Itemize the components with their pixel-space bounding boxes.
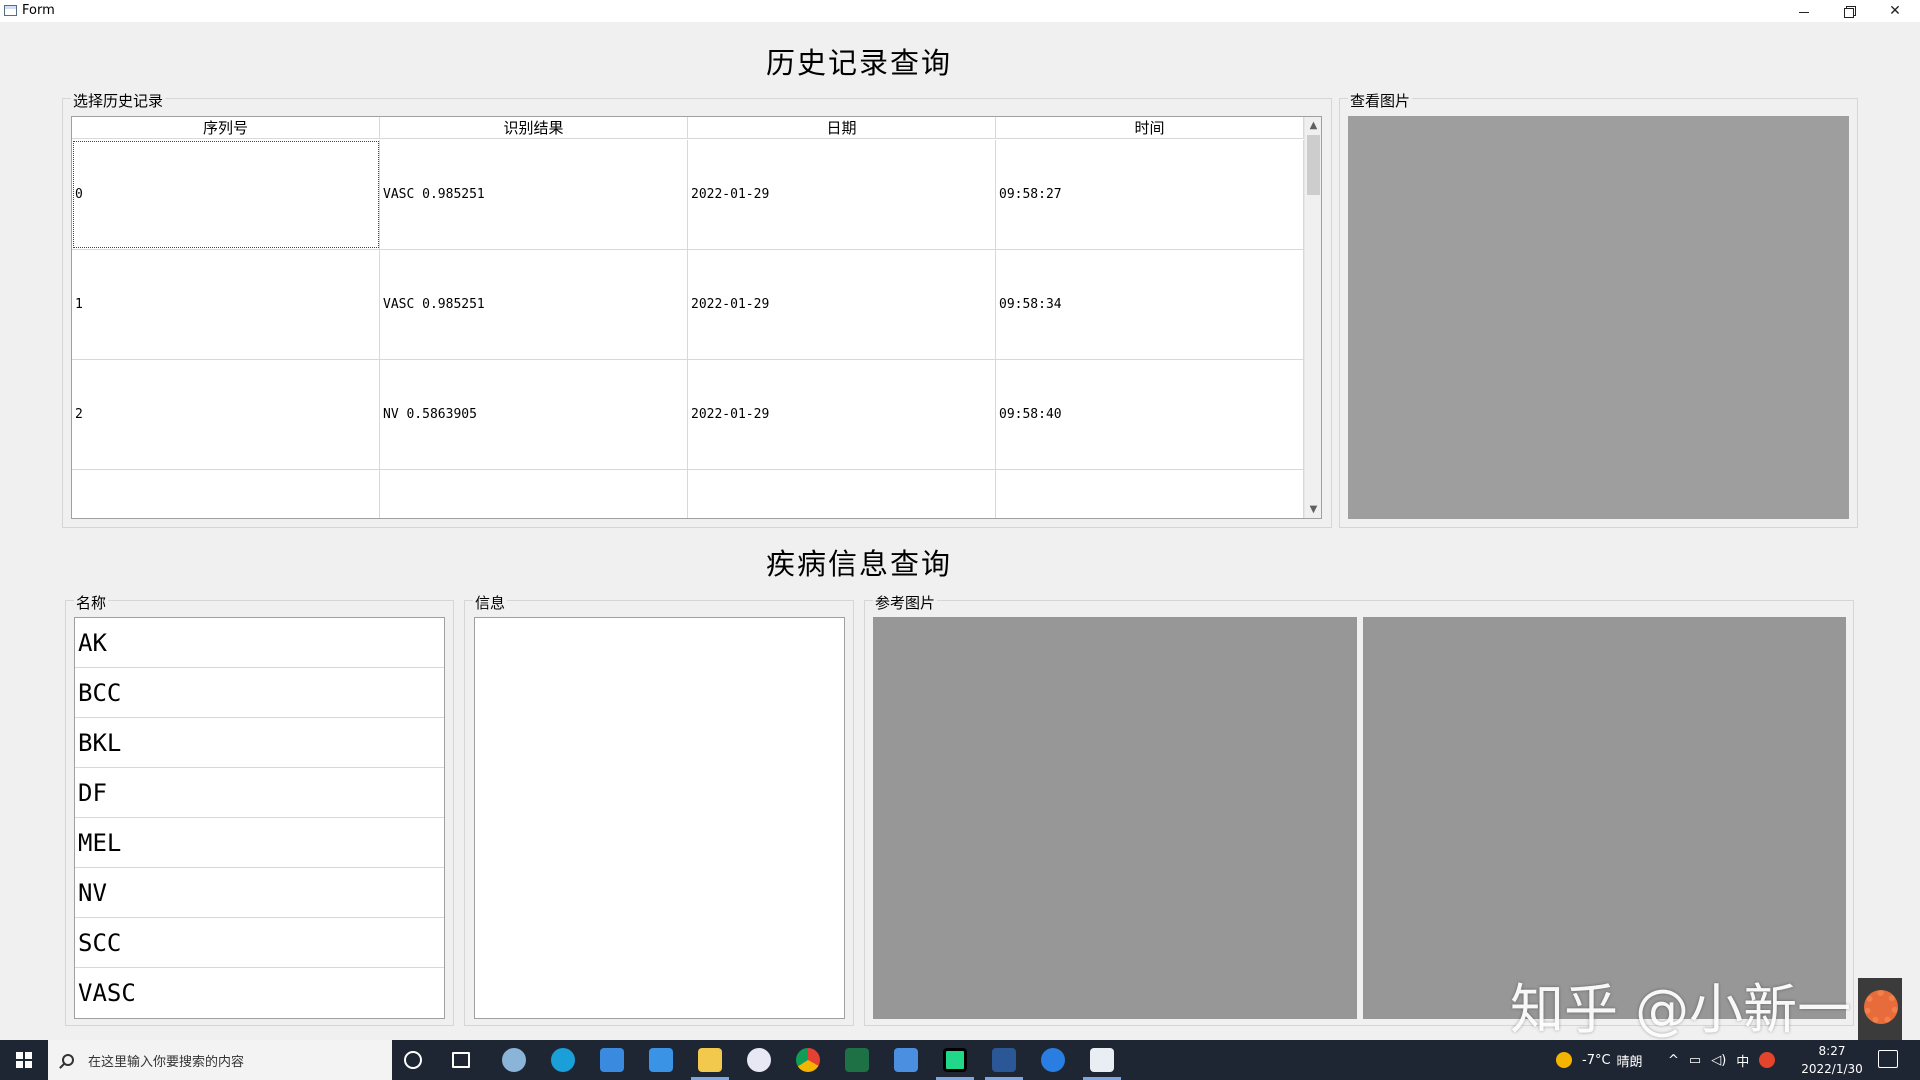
file-explorer-icon[interactable] xyxy=(698,1048,722,1072)
restore-icon xyxy=(1844,6,1856,18)
system-tray: ^ ▭ ◁) 中 xyxy=(1668,1040,1776,1080)
reference-image-1 xyxy=(873,617,1357,1019)
chevron-up-icon[interactable]: ^ xyxy=(1668,1053,1679,1068)
table-cell[interactable] xyxy=(380,470,688,518)
table-row[interactable]: 2 NV 0.5863905 2022-01-29 09:58:40 xyxy=(72,360,1306,470)
network-icon[interactable]: ▭ xyxy=(1689,1053,1701,1068)
task-view-icon[interactable] xyxy=(452,1052,470,1068)
table-cell[interactable]: 09:58:27 xyxy=(996,140,1304,249)
clock-time: 8:27 xyxy=(1818,1044,1846,1058)
search-icon xyxy=(62,1054,74,1066)
history-image-preview xyxy=(1348,116,1849,519)
weather-temp: -7°C xyxy=(1582,1052,1611,1068)
table-row[interactable]: 0 VASC 0.985251 2022-01-29 09:58:27 xyxy=(72,140,1306,250)
column-header-result[interactable]: 识别结果 xyxy=(380,117,688,139)
table-header: 序列号 识别结果 日期 时间 xyxy=(72,117,1306,139)
table-row-partial[interactable] xyxy=(72,470,1306,518)
reference-image-2 xyxy=(1363,617,1846,1019)
weather-widget[interactable]: -7°C 晴朗 xyxy=(1556,1040,1643,1080)
app-window-icon xyxy=(4,5,17,16)
browser-icon[interactable] xyxy=(1041,1048,1065,1072)
taskbar: 在这里输入你要搜索的内容 -7°C 晴朗 ^ ▭ ◁) 中 8:27 2022/… xyxy=(0,1040,1920,1080)
minimize-icon xyxy=(1799,11,1809,13)
table-cell[interactable]: 2 xyxy=(72,360,380,469)
window-title: Form xyxy=(22,3,55,18)
table-cell[interactable] xyxy=(996,470,1304,518)
list-item[interactable]: SCC xyxy=(75,918,444,968)
ime-indicator[interactable]: 中 xyxy=(1736,1051,1749,1070)
disease-info-text[interactable] xyxy=(474,617,845,1019)
edge-icon[interactable] xyxy=(551,1048,575,1072)
clock-date: 2022/1/30 xyxy=(1801,1062,1863,1076)
history-group-label: 选择历史记录 xyxy=(71,90,166,111)
notification-icon[interactable] xyxy=(1878,1050,1898,1068)
history-heading: 历史记录查询 xyxy=(766,46,953,80)
table-cell[interactable]: 1 xyxy=(72,250,380,359)
table-cell[interactable]: NV 0.5863905 xyxy=(380,360,688,469)
excel-icon[interactable] xyxy=(845,1048,869,1072)
table-cell[interactable]: 0 xyxy=(72,140,380,249)
table-cell[interactable]: 2022-01-29 xyxy=(688,250,996,359)
list-item[interactable]: NV xyxy=(75,868,444,918)
table-cell[interactable]: 2022-01-29 xyxy=(688,140,996,249)
minimize-button[interactable] xyxy=(1781,0,1827,22)
taskbar-search[interactable]: 在这里输入你要搜索的内容 xyxy=(48,1040,392,1080)
weather-desc: 晴朗 xyxy=(1616,1054,1643,1070)
photos-icon[interactable] xyxy=(747,1048,771,1072)
table-cell[interactable]: VASC 0.985251 xyxy=(380,140,688,249)
table-row[interactable]: 1 VASC 0.985251 2022-01-29 09:58:34 xyxy=(72,250,1306,360)
table-cell[interactable]: 09:58:40 xyxy=(996,360,1304,469)
table-vertical-scrollbar[interactable]: ▲ ▼ xyxy=(1304,117,1321,518)
view-image-label: 查看图片 xyxy=(1348,90,1413,111)
browser-app-icon[interactable] xyxy=(502,1048,526,1072)
pycharm-icon[interactable] xyxy=(943,1048,967,1072)
column-header-date[interactable]: 日期 xyxy=(688,117,996,139)
scroll-up-icon[interactable]: ▲ xyxy=(1305,117,1321,134)
taskbar-clock[interactable]: 8:27 2022/1/30 xyxy=(1794,1042,1870,1078)
title-bar: Form ✕ xyxy=(0,0,1920,22)
info-group-label: 信息 xyxy=(473,592,508,613)
table-cell[interactable] xyxy=(688,470,996,518)
cortana-icon[interactable] xyxy=(404,1051,422,1069)
table-cell[interactable] xyxy=(72,470,380,518)
sun-icon xyxy=(1556,1052,1572,1068)
form-app-icon[interactable] xyxy=(1090,1048,1114,1072)
scrollbar-thumb[interactable] xyxy=(1307,135,1320,195)
list-item[interactable]: AK xyxy=(75,618,444,668)
table-cell[interactable]: 09:58:34 xyxy=(996,250,1304,359)
name-group-label: 名称 xyxy=(74,592,109,613)
search-placeholder: 在这里输入你要搜索的内容 xyxy=(88,1054,245,1070)
list-item[interactable]: VASC xyxy=(75,968,444,1018)
table-cell[interactable]: VASC 0.985251 xyxy=(380,250,688,359)
list-item[interactable]: DF xyxy=(75,768,444,818)
list-item[interactable]: BKL xyxy=(75,718,444,768)
volume-icon[interactable]: ◁) xyxy=(1711,1053,1726,1068)
word-icon[interactable] xyxy=(992,1048,1016,1072)
reference-image-label: 参考图片 xyxy=(873,592,938,613)
disease-name-list[interactable]: AK BCC BKL DF MEL NV SCC VASC xyxy=(74,617,445,1019)
table-cell[interactable]: 2022-01-29 xyxy=(688,360,996,469)
app-icon[interactable] xyxy=(894,1048,918,1072)
history-table[interactable]: 序列号 识别结果 日期 时间 0 VASC 0.985251 2022-01-2… xyxy=(71,116,1322,519)
close-icon: ✕ xyxy=(1889,3,1901,19)
scroll-down-icon[interactable]: ▼ xyxy=(1305,501,1321,518)
sogou-icon[interactable] xyxy=(1759,1052,1776,1068)
list-item[interactable]: BCC xyxy=(75,668,444,718)
table-body: 0 VASC 0.985251 2022-01-29 09:58:27 1 VA… xyxy=(72,140,1306,518)
start-button[interactable] xyxy=(0,1040,48,1080)
disease-heading: 疾病信息查询 xyxy=(766,547,953,581)
chrome-icon[interactable] xyxy=(796,1048,820,1072)
list-item[interactable]: MEL xyxy=(75,818,444,868)
close-button[interactable]: ✕ xyxy=(1872,0,1918,22)
restore-button[interactable] xyxy=(1826,0,1872,22)
mail-icon[interactable] xyxy=(649,1048,673,1072)
store-icon[interactable] xyxy=(600,1048,624,1072)
column-header-index[interactable]: 序列号 xyxy=(72,117,380,139)
gear-icon[interactable] xyxy=(1864,990,1898,1024)
windows-logo-icon xyxy=(16,1052,32,1068)
column-header-time[interactable]: 时间 xyxy=(996,117,1304,139)
watermark-text: 知乎 @小新一 xyxy=(1510,978,1852,1041)
